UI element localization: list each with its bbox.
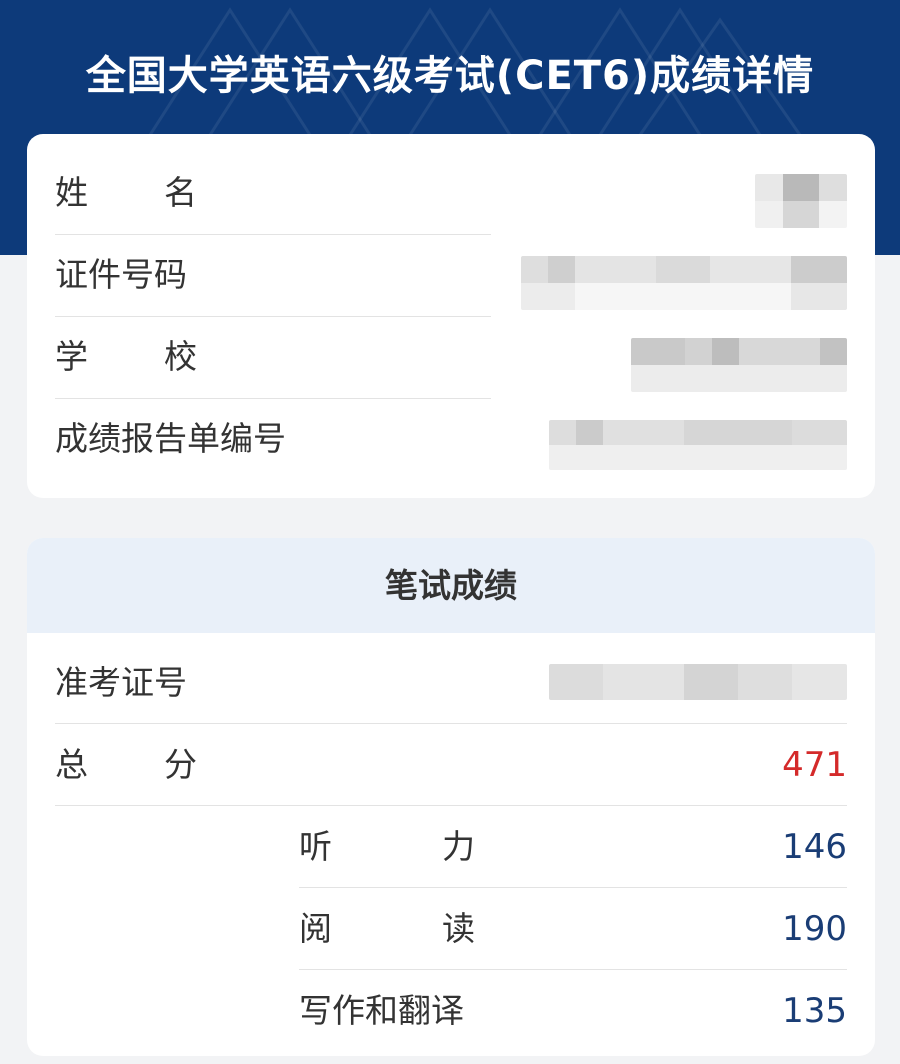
writing-translation-label: 写作和翻译 — [299, 991, 464, 1030]
admission-redacted — [549, 664, 847, 700]
admission-row: 准考证号 — [55, 642, 847, 724]
report-no-row: 成绩报告单编号 — [55, 398, 847, 480]
total-score-value: 471 — [782, 745, 847, 785]
writing-translation-score: 135 — [782, 991, 847, 1031]
reading-label: 阅读 — [299, 909, 585, 948]
name-row: 姓名 — [55, 152, 847, 234]
reading-score: 190 — [782, 909, 847, 949]
personal-info-card: 姓名 证件号码 学校 成绩报告单编号 — [27, 134, 875, 498]
listening-score: 146 — [782, 827, 847, 867]
listening-label: 听力 — [299, 827, 585, 866]
name-redacted — [755, 174, 847, 228]
page-title: 全国大学英语六级考试(CET6)成绩详情 — [85, 53, 815, 99]
section-title: 笔试成绩 — [385, 566, 517, 605]
total-score-row: 总分 471 — [55, 724, 847, 806]
id-row: 证件号码 — [55, 234, 847, 316]
listening-row: 听力 146 — [299, 806, 847, 888]
total-score-label: 总分 — [55, 745, 273, 784]
reading-row: 阅读 190 — [299, 888, 847, 970]
report-no-redacted — [549, 420, 847, 470]
written-score-card: 笔试成绩 准考证号 总分 471 听力 146 阅读 190 写作和翻译 135 — [27, 538, 875, 1056]
id-label: 证件号码 — [55, 255, 187, 294]
school-redacted — [631, 338, 847, 392]
school-label: 学校 — [55, 337, 273, 376]
name-label: 姓名 — [55, 173, 273, 212]
admission-label: 准考证号 — [55, 663, 187, 702]
writing-translation-row: 写作和翻译 135 — [299, 970, 847, 1052]
report-no-label: 成绩报告单编号 — [55, 419, 286, 458]
school-row: 学校 — [55, 316, 847, 398]
id-redacted — [521, 256, 847, 310]
